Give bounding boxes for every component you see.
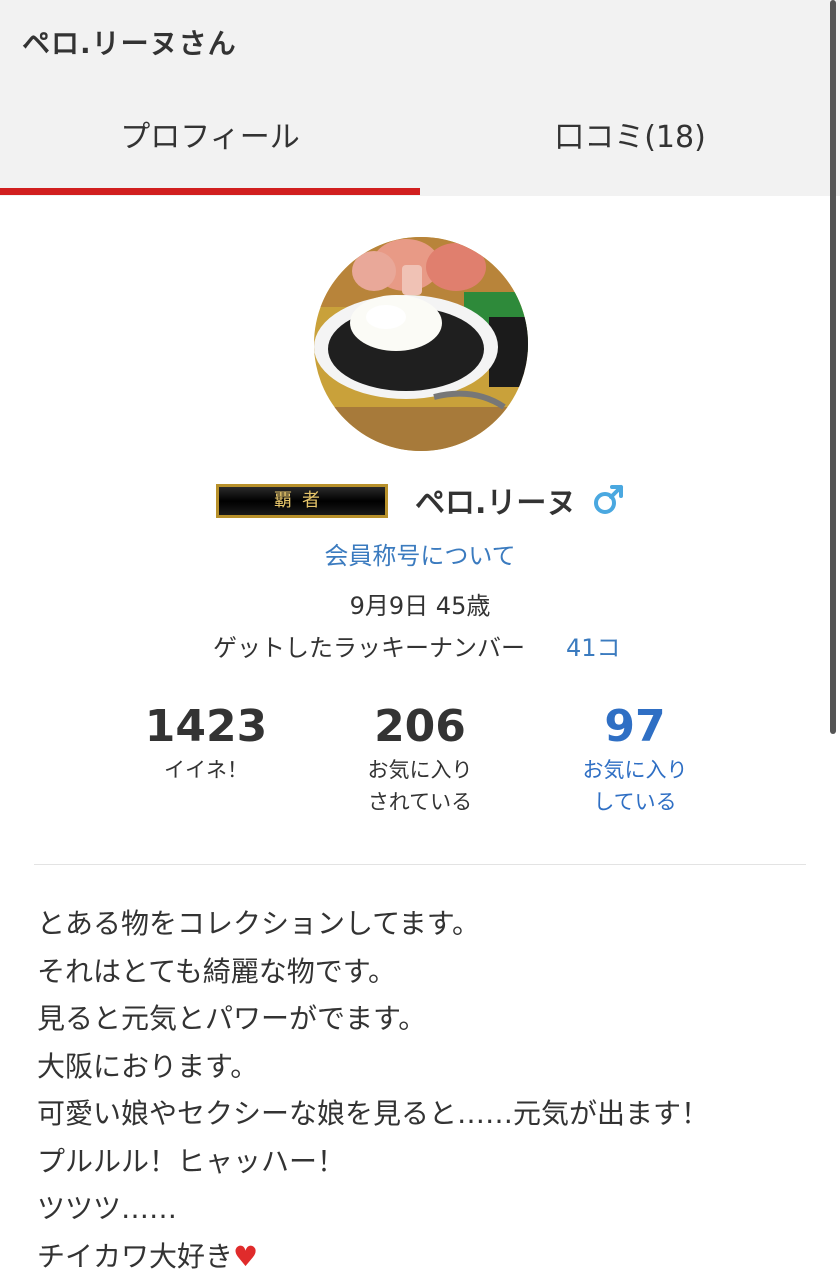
curry-photo-avatar [314,237,528,451]
stat-favorited: 206 お気に入り されている [310,700,530,818]
bio-line: とある物をコレクションしてます。 [37,900,817,948]
stat-favorited-value: 206 [310,700,530,754]
bio-text: とある物をコレクションしてます。 それはとても綺麗な物です。 見ると元気とパワー… [37,900,817,1280]
stat-favoriting-value[interactable]: 97 [525,700,745,754]
scrollbar[interactable] [830,0,836,734]
stat-favorited-label: お気に入り されている [310,754,530,818]
active-tab-indicator [0,188,420,195]
tab-reviews[interactable]: 口コミ(18) [420,100,840,180]
stat-favoriting-label[interactable]: お気に入り している [525,754,745,818]
avatar[interactable] [314,237,528,451]
heart-icon: ♥ [233,1240,258,1273]
stat-likes: 1423 イイネ！ [96,700,316,786]
user-name: ペロ.リーヌ [415,478,576,522]
bio-line-text: チイカワ大好き [37,1240,233,1273]
stat-likes-label: イイネ！ [96,754,316,786]
stat-favoriting[interactable]: 97 お気に入り している [525,700,745,818]
bio-line: 可愛い娘やセクシーな娘を見ると……元気が出ます！ [37,1090,817,1138]
lucky-number-label: ゲットしたラッキーナンバー [213,628,525,663]
divider [34,864,806,865]
male-icon [592,482,626,520]
bio-line: 大阪におります。 [37,1043,817,1091]
bio-line: ツツツ…… [37,1185,817,1233]
member-title-link[interactable]: 会員称号について [0,536,840,571]
page-title: ペロ.リーヌさん [22,22,237,62]
bio-line-last: チイカワ大好き♥ [37,1233,817,1280]
birthday-age: 9月9日 45歳 [0,586,840,621]
bio-line: 見ると元気とパワーがでます。 [37,995,817,1043]
profile-header: ペロ.リーヌさん プロフィール 口コミ(18) [0,0,840,196]
bio-line: それはとても綺麗な物です。 [37,948,817,996]
rank-badge: 覇者 [216,484,388,518]
stat-likes-value: 1423 [96,700,316,754]
tab-profile[interactable]: プロフィール [0,100,420,180]
bio-line: プルルル！ヒャッハー！ [37,1138,817,1186]
lucky-number-count[interactable]: 41コ [566,628,621,663]
